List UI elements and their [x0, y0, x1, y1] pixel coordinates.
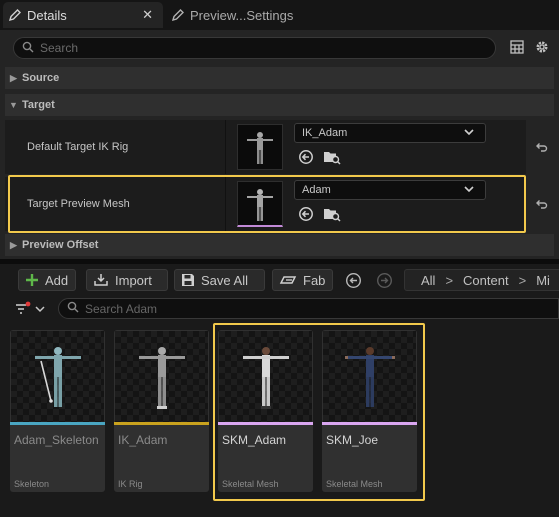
property-label: Default Target IK Rig [27, 141, 129, 153]
property-label: Target Preview Mesh [27, 198, 130, 210]
asset-name: IK_Adam [118, 433, 168, 447]
save-all-button-label: Save All [201, 272, 248, 288]
skeleton-figure-icon [35, 347, 81, 407]
close-icon[interactable]: ✕ [142, 7, 153, 23]
asset-tile-adam-skeleton[interactable]: Adam_Skeleton Skeleton [10, 330, 105, 492]
asset-name: SKM_Joe [326, 433, 379, 447]
import-button-label: Import [115, 272, 152, 288]
category-preview-offset-label: Preview Offset [22, 239, 99, 251]
search-icon [67, 301, 79, 316]
asset-thumbnail[interactable] [237, 181, 283, 227]
content-search-row [0, 296, 559, 322]
forward-icon[interactable] [375, 271, 393, 289]
figure-icon [345, 347, 395, 407]
fab-button[interactable]: Fab [272, 269, 333, 291]
combo-value: IK_Adam [302, 127, 348, 139]
pencil-icon [3, 8, 27, 22]
property-row-target-preview-mesh: Target Preview Mesh Adam [5, 177, 526, 231]
property-row-default-target-ik-rig: Default Target IK Rig IK_Adam [5, 120, 526, 174]
tab-bar: Details ✕ Preview...Settings [0, 0, 559, 30]
tab-preview-label: Preview...Settings [190, 7, 294, 23]
browse-folder-icon[interactable] [323, 205, 341, 223]
asset-thumbnail[interactable] [237, 124, 283, 170]
figure-icon [243, 347, 289, 409]
content-search-box[interactable] [58, 298, 559, 319]
filter-button[interactable] [14, 300, 46, 318]
chevron-down-icon [463, 183, 475, 198]
asset-tile-ik-adam[interactable]: IK_Adam IK Rig [114, 330, 209, 492]
asset-preview [115, 331, 208, 422]
add-button[interactable]: Add [18, 269, 76, 291]
fab-button-label: Fab [303, 272, 326, 288]
gear-icon[interactable] [533, 38, 551, 56]
category-source-label: Source [22, 72, 60, 84]
details-search-row [0, 32, 559, 62]
divider [225, 120, 226, 174]
asset-preview [11, 331, 104, 422]
tab-details[interactable]: Details ✕ [3, 2, 163, 28]
category-source[interactable]: ▶ Source [5, 67, 554, 89]
breadcrumb-item-all[interactable]: All [421, 273, 435, 288]
asset-tile-skm-joe[interactable]: SKM_Joe Skeletal Mesh [322, 330, 417, 492]
breadcrumb-item-truncated[interactable]: Mi [536, 273, 550, 288]
back-icon[interactable] [344, 271, 362, 289]
preview-mesh-combo[interactable]: Adam [294, 180, 486, 200]
asset-type: Skeleton [14, 479, 50, 489]
asset-type: Skeletal Mesh [222, 479, 279, 489]
figure-icon [247, 189, 273, 221]
import-icon [93, 273, 109, 287]
details-panel: Details ✕ Preview...Settings ▶ Source ▼ [0, 0, 559, 259]
filter-icon [16, 301, 45, 314]
browse-folder-icon[interactable] [323, 148, 341, 166]
figure-icon [139, 347, 185, 409]
divider [225, 177, 226, 231]
plus-icon [25, 273, 39, 287]
category-target-label: Target [22, 99, 55, 111]
asset-preview [323, 331, 416, 422]
asset-grid: Adam_Skeleton Skeleton IK_Adam IK Rig SK… [0, 322, 559, 517]
content-search-input[interactable] [85, 301, 505, 316]
asset-type: Skeletal Mesh [326, 479, 383, 489]
asset-type: IK Rig [118, 479, 143, 489]
search-icon [22, 41, 34, 56]
ik-rig-combo[interactable]: IK_Adam [294, 123, 486, 143]
tab-preview-settings[interactable]: Preview...Settings [166, 2, 326, 28]
tab-details-label: Details [27, 7, 67, 23]
chevron-right-icon: ▶ [10, 72, 17, 83]
use-selected-icon[interactable] [297, 148, 315, 166]
content-browser-toolbar: Add Import Save All Fab All > Content > … [0, 264, 559, 296]
reset-icon[interactable] [532, 195, 550, 213]
chevron-down-icon [463, 126, 475, 141]
asset-type-strip [218, 422, 313, 425]
details-search-input[interactable] [40, 41, 440, 55]
breadcrumb: All > Content > Mi [404, 269, 559, 291]
reset-icon[interactable] [532, 138, 550, 156]
asset-name: SKM_Adam [222, 433, 287, 447]
chevron-right-icon: ▶ [10, 239, 17, 250]
use-selected-icon[interactable] [297, 205, 315, 223]
breadcrumb-item-content[interactable]: Content [463, 273, 509, 288]
fab-icon [279, 274, 297, 286]
table-view-icon[interactable] [509, 39, 525, 55]
breadcrumb-separator[interactable]: > [519, 273, 527, 288]
save-all-button[interactable]: Save All [174, 269, 265, 291]
figure-icon [247, 132, 273, 164]
asset-type-strip [114, 422, 209, 425]
save-icon [181, 273, 195, 287]
asset-type-strip [10, 422, 105, 425]
pencil-icon [166, 8, 190, 22]
asset-type-strip [322, 422, 417, 425]
import-button[interactable]: Import [86, 269, 168, 291]
details-search-box[interactable] [13, 37, 496, 59]
chevron-down-icon: ▼ [9, 100, 18, 110]
category-preview-offset[interactable]: ▶ Preview Offset [5, 234, 554, 256]
asset-name: Adam_Skeleton [14, 433, 99, 447]
combo-value: Adam [302, 184, 331, 196]
category-target[interactable]: ▼ Target [5, 94, 554, 116]
asset-tile-skm-adam[interactable]: SKM_Adam Skeletal Mesh [218, 330, 313, 492]
breadcrumb-separator[interactable]: > [445, 273, 453, 288]
add-button-label: Add [45, 272, 69, 288]
asset-preview [219, 331, 312, 422]
